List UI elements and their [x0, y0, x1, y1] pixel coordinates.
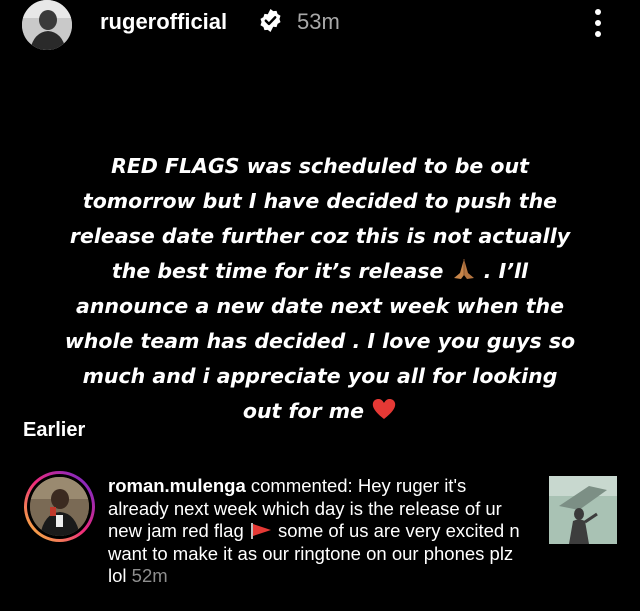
- comment-text: roman.mulenga commented: Hey ruger it's …: [108, 475, 528, 588]
- commenter-avatar: [30, 477, 89, 536]
- post-time: 53m: [297, 9, 340, 34]
- post-line-7: much and i appreciate you all for lookin…: [82, 364, 558, 388]
- red-triangular-flag-emoji: [250, 523, 271, 539]
- post-text: RED FLAGS was scheduled to be out tomorr…: [20, 149, 620, 429]
- verified-badge-icon: [260, 9, 281, 32]
- post-line-8: out for me: [20, 394, 620, 429]
- commenter-story-ring[interactable]: [24, 471, 95, 542]
- post-header: rugerofficial 53m: [22, 0, 622, 50]
- red-heart-emoji: [372, 399, 396, 419]
- post-line-4b: . I’ll: [483, 259, 529, 283]
- post-line-4: the best time for it’s release . I’ll: [20, 254, 620, 289]
- post-line-2: tomorrow but I have decided to push the: [82, 189, 558, 213]
- profile-avatar[interactable]: [22, 0, 72, 50]
- comment-time: 52m: [131, 565, 168, 586]
- post-line-4a: the best time for it’s release: [111, 259, 444, 283]
- post-thumbnail[interactable]: [549, 476, 617, 544]
- thumbnail-image: [549, 476, 617, 544]
- comment-action: commented:: [245, 475, 358, 496]
- commenter-username[interactable]: roman.mulenga: [108, 475, 246, 496]
- profile-photo: [22, 0, 72, 50]
- folded-hands-emoji: [453, 259, 474, 279]
- post-line-5: announce a new date next week when the: [75, 294, 565, 318]
- post-username[interactable]: rugerofficial: [100, 9, 227, 35]
- post-line-6: whole team has decided . I love you guys…: [64, 329, 576, 353]
- earlier-label: Earlier: [23, 419, 86, 441]
- post-line-8-text: out for me: [242, 399, 364, 423]
- more-options-icon[interactable]: [593, 8, 603, 38]
- post-line-1: RED FLAGS was scheduled to be out: [111, 154, 529, 178]
- commenter-photo: [30, 477, 89, 536]
- post-line-3: release date further coz this is not act…: [69, 224, 571, 248]
